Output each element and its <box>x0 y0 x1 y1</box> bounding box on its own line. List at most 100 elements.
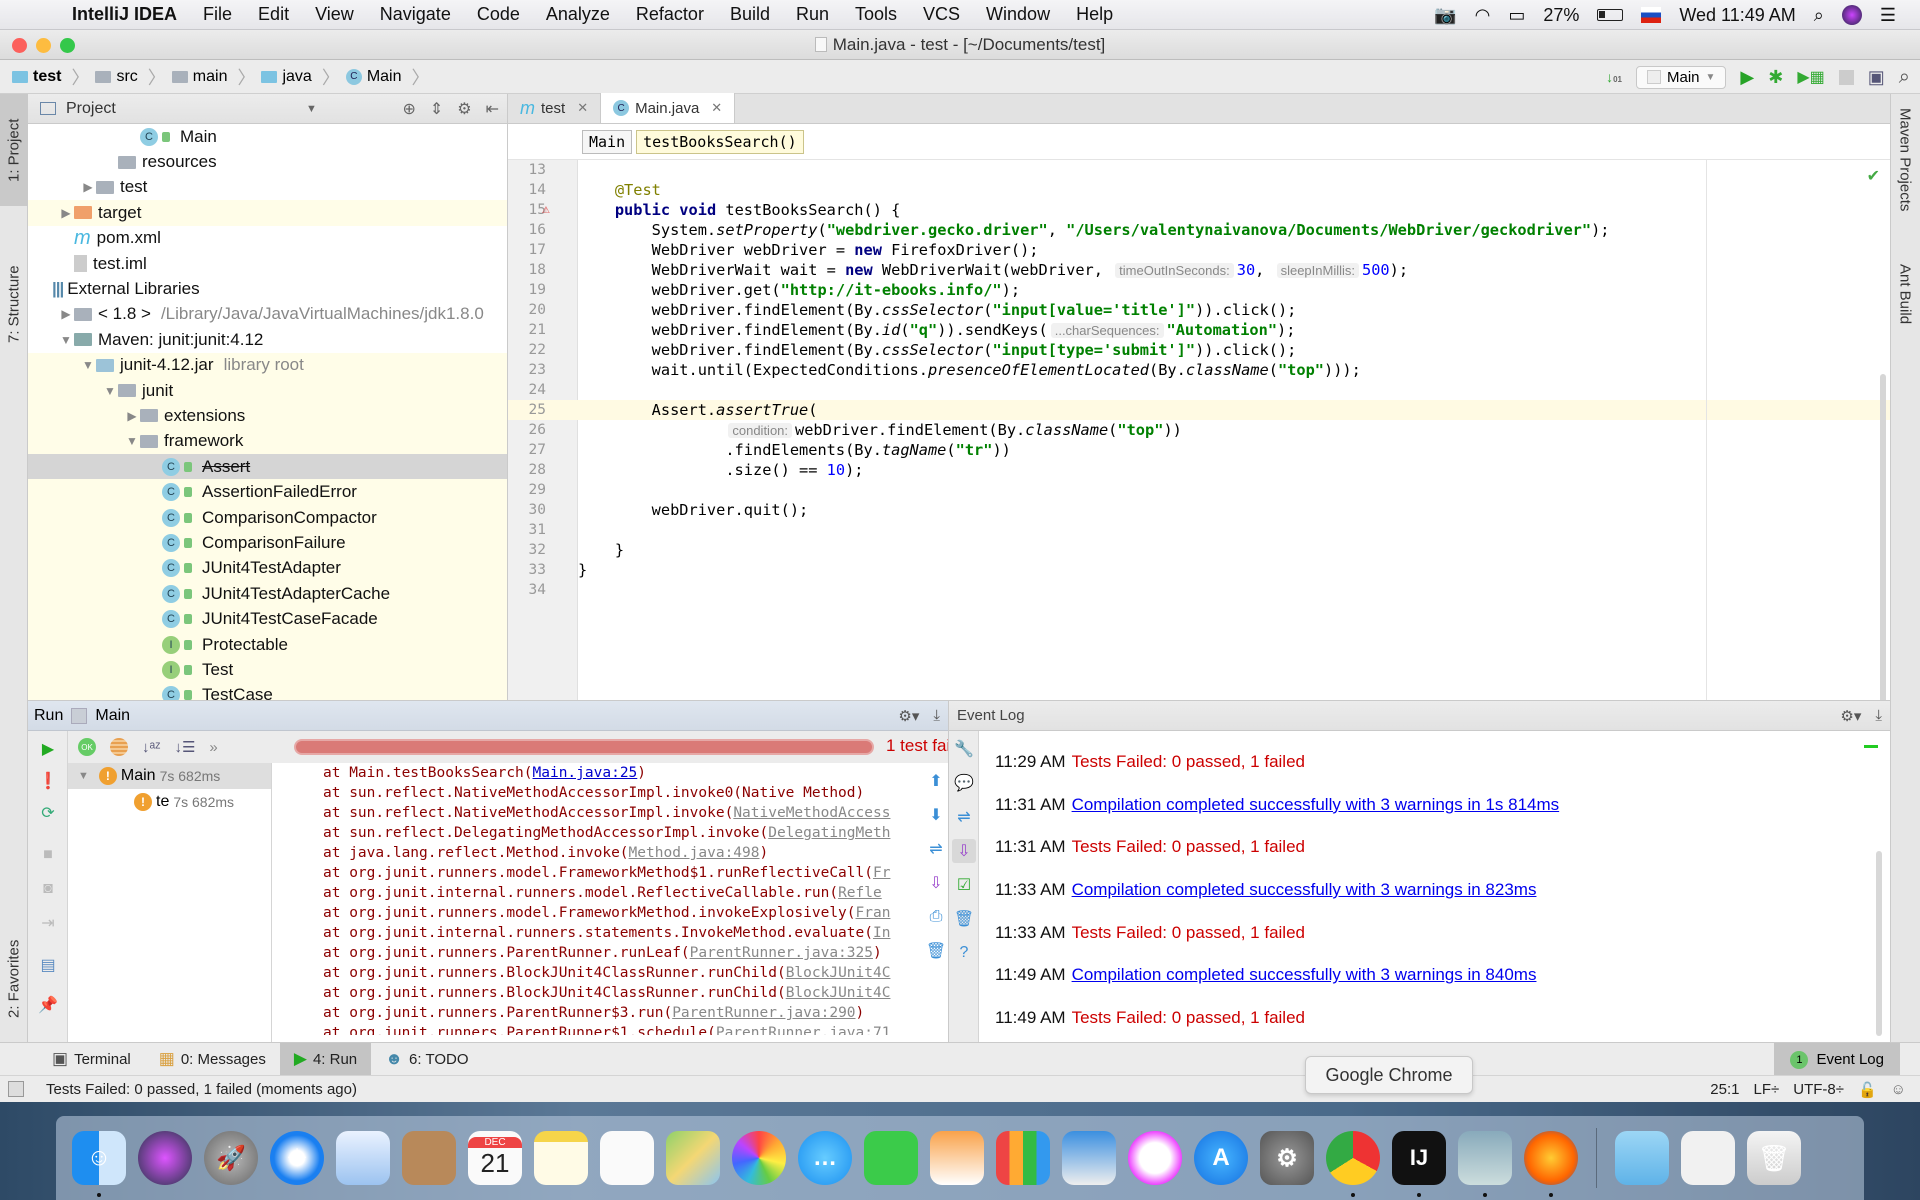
stack-trace-line[interactable]: at org.junit.runners.BlockJUnit4ClassRun… <box>273 983 923 1003</box>
battery-icon[interactable] <box>1597 9 1624 21</box>
test-node-root[interactable]: ▼ ! Main 7s 682ms <box>68 763 271 789</box>
code-line[interactable]: 30 webDriver.quit(); <box>529 500 1890 520</box>
status-message[interactable]: Tests Failed: 0 passed, 1 failed (moment… <box>46 1081 357 1098</box>
code-line[interactable]: 29 <box>529 480 1890 500</box>
stack-trace-line[interactable]: at Main.testBooksSearch(Main.java:25) <box>273 763 923 783</box>
expand-arrow-right-icon[interactable]: ▶ <box>58 307 74 321</box>
project-structure-icon[interactable]: ▣ <box>1868 67 1885 88</box>
run-with-coverage-icon[interactable]: ▶▦ <box>1797 67 1824 87</box>
code-line[interactable]: 27 .findElements(By.tagName("tr")) <box>529 440 1890 460</box>
soft-wrap-icon[interactable]: ⇌ <box>952 805 976 829</box>
stack-trace-line[interactable]: at org.junit.runners.BlockJUnit4ClassRun… <box>273 963 923 983</box>
run-config-name[interactable]: Main <box>95 707 130 725</box>
code-line[interactable]: 22 webDriver.findElement(By.cssSelector(… <box>529 340 1890 360</box>
dock-pages[interactable] <box>930 1131 984 1185</box>
stack-trace-link[interactable]: ParentRunner.java:325 <box>690 945 873 961</box>
snapshot-icon[interactable]: ◙ <box>36 877 60 901</box>
menu-help[interactable]: Help <box>1076 4 1113 25</box>
stack-trace-line[interactable]: at java.lang.reflect.Method.invoke(Metho… <box>273 843 923 863</box>
crumb-class[interactable]: Main <box>582 129 633 154</box>
expand-arrow-down-icon[interactable]: ▼ <box>80 358 96 372</box>
tree-item-pom-xml[interactable]: m pom.xml <box>28 226 507 251</box>
stack-trace-link[interactable]: Refle <box>838 885 882 901</box>
crumb-method[interactable]: testBooksSearch() <box>636 129 804 154</box>
menu-build[interactable]: Build <box>730 4 770 25</box>
tree-item-test[interactable]: I Test <box>28 657 507 683</box>
tree-item-target[interactable]: ▶ target <box>28 200 507 226</box>
search-everywhere-icon[interactable]: ⌕ <box>1899 66 1910 89</box>
dock-recent-window[interactable] <box>1681 1131 1735 1185</box>
dock-mail[interactable] <box>336 1131 390 1185</box>
code-line[interactable]: 14 @Test <box>529 180 1890 200</box>
menu-file[interactable]: File <box>203 4 232 25</box>
dock-calendar[interactable]: DEC 21 <box>468 1131 522 1185</box>
stack-trace-link[interactable]: In <box>873 925 890 941</box>
menu-view[interactable]: View <box>315 4 354 25</box>
tree-item-maven-junit-junit-4-12[interactable]: ▼ Maven: junit:junit:4.12 <box>28 327 507 352</box>
code-line[interactable]: 15 public void testBooksSearch() {⚠ <box>529 200 1890 220</box>
tree-item-assert[interactable]: C Assert <box>28 454 507 480</box>
breadcrumb-item[interactable]: src 〉 <box>95 64 166 90</box>
tool-tab-0-messages[interactable]: ▦ 0: Messages <box>145 1043 280 1076</box>
code-line[interactable]: 19 webDriver.get("http://it-ebooks.info/… <box>529 280 1890 300</box>
project-view-select[interactable]: Project <box>66 100 116 118</box>
menu-refactor[interactable]: Refactor <box>636 4 704 25</box>
expand-arrow-right-icon[interactable]: ▶ <box>80 180 96 194</box>
stack-trace-link[interactable]: NativeMethodAccess <box>733 805 890 821</box>
tool-tab-4-run[interactable]: ▶ 4: Run <box>279 1042 372 1076</box>
menu-vcs[interactable]: VCS <box>923 4 960 25</box>
debug-icon[interactable]: ✱ <box>1768 67 1783 88</box>
stack-trace-link[interactable]: BlockJUnit4C <box>786 965 891 981</box>
dock-keynote[interactable] <box>1062 1131 1116 1185</box>
dock-siri[interactable] <box>138 1131 192 1185</box>
stack-trace-line[interactable]: at org.junit.runners.model.FrameworkMeth… <box>273 903 923 923</box>
caret-position[interactable]: 25:1 <box>1710 1081 1739 1098</box>
stack-trace-line[interactable]: at org.junit.runners.ParentRunner.runLea… <box>273 943 923 963</box>
menu-window[interactable]: Window <box>986 4 1050 25</box>
stack-trace-line[interactable]: at sun.reflect.DelegatingMethodAccessorI… <box>273 823 923 843</box>
stack-trace-link[interactable]: DelegatingMeth <box>768 825 890 841</box>
camera-icon[interactable]: 📷 <box>1434 5 1456 26</box>
tree-item-extensions[interactable]: ▶ extensions <box>28 403 507 429</box>
dock-facetime[interactable] <box>864 1131 918 1185</box>
build-project-icon[interactable]: ↓01 <box>1606 69 1622 85</box>
collapse-all-icon[interactable]: ⇕ <box>430 99 443 119</box>
dock-google-chrome[interactable] <box>1326 1131 1380 1197</box>
stack-trace-line[interactable]: at org.junit.internal.runners.model.Refl… <box>273 883 923 903</box>
stack-trace-line[interactable]: at org.junit.internal.runners.statements… <box>273 923 923 943</box>
code-line[interactable]: 25 Assert.assertTrue( <box>508 400 1890 420</box>
stack-trace-link[interactable]: BlockJUnit4C <box>786 985 891 1001</box>
dock-preview[interactable] <box>1458 1131 1512 1197</box>
tool-windows-toggle-icon[interactable] <box>8 1081 24 1097</box>
tree-item-external-libraries[interactable]: ||| External Libraries <box>28 276 507 301</box>
rerun-failed-icon[interactable]: ❗ <box>36 769 60 793</box>
encoding-select[interactable]: UTF-8÷ <box>1793 1081 1844 1098</box>
stack-trace-line[interactable]: at org.junit.runners.ParentRunner$3.run(… <box>273 1003 923 1023</box>
tab-test[interactable]: m test ✕ <box>508 93 600 123</box>
pin-icon[interactable]: 📌 <box>36 993 60 1017</box>
dock-maps[interactable] <box>666 1131 720 1185</box>
breadcrumb-item[interactable]: main 〉 <box>171 64 255 90</box>
input-source-flag-icon[interactable] <box>1641 7 1662 23</box>
breadcrumb-item[interactable]: java 〉 <box>261 64 340 90</box>
menu-app-name[interactable]: IntelliJ IDEA <box>72 4 177 25</box>
tool-tab-favorites[interactable]: 2: Favorites <box>0 924 28 1034</box>
dock-firefox[interactable] <box>1524 1131 1578 1197</box>
tree-item-junit4testadapter[interactable]: C JUnit4TestAdapter <box>28 555 507 582</box>
help-icon[interactable]: ? <box>952 941 976 965</box>
breadcrumb-item[interactable]: test 〉 <box>12 64 89 90</box>
chevron-down-icon[interactable]: ▼ <box>306 103 317 115</box>
tree-item-comparisonfailure[interactable]: C ComparisonFailure <box>28 530 507 556</box>
stack-trace-line[interactable]: at sun.reflect.NativeMethodAccessorImpl.… <box>273 783 923 803</box>
soft-wrap-icon[interactable]: ⇌ <box>924 837 948 861</box>
run-configuration-select[interactable]: Main ▼ <box>1636 65 1727 89</box>
menu-analyze[interactable]: Analyze <box>546 4 610 25</box>
locate-icon[interactable]: ⊕ <box>402 99 415 119</box>
tool-tab-terminal[interactable]: ▣ Terminal <box>38 1043 145 1076</box>
dock-contacts[interactable] <box>402 1131 456 1185</box>
scroll-to-end-icon[interactable]: ⇩ <box>952 839 976 863</box>
code-line[interactable]: 16 System.setProperty("webdriver.gecko.d… <box>529 220 1890 240</box>
expand-arrow-down-icon[interactable]: ▼ <box>102 384 118 398</box>
dock-safari[interactable]: ✦ <box>270 1131 324 1185</box>
expand-arrow-down-icon[interactable]: ▼ <box>124 434 140 448</box>
